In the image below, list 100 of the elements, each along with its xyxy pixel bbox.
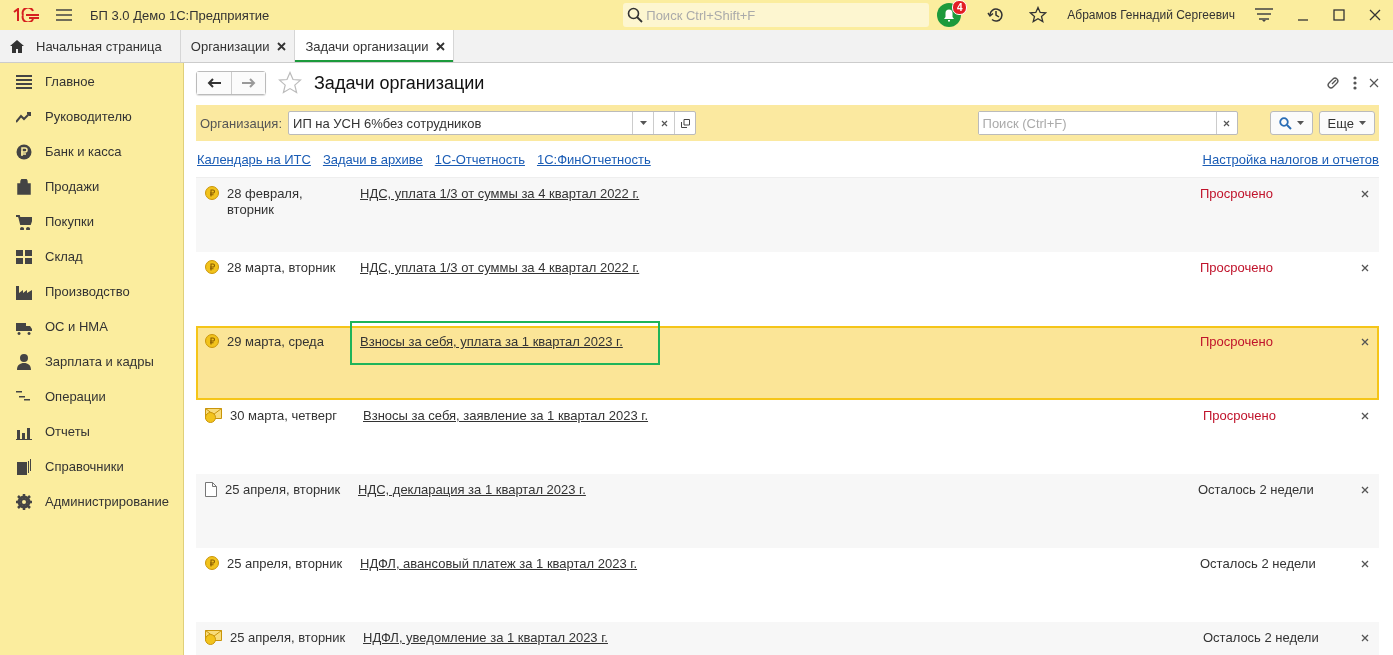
tab[interactable]: Начальная страница [0, 30, 181, 62]
clear-icon[interactable] [1223, 119, 1231, 127]
task-row[interactable]: 28 марта, вторник НДС, уплата 1/3 от суммы за 4 квартал 2022 г. Просрочено [196, 252, 1379, 326]
task-status: Просрочено [1203, 408, 1277, 423]
task-status: Просрочено [1200, 334, 1274, 349]
task-status: Просрочено [1200, 260, 1274, 275]
link[interactable]: 1С-Отчетность [434, 151, 525, 167]
more-options-icon[interactable] [1353, 76, 1357, 90]
gear-icon [16, 493, 32, 510]
task-date: 28 февраля, вторник [227, 186, 304, 218]
close-icon[interactable] [1369, 9, 1381, 21]
caret-icon [1296, 121, 1304, 125]
menu-icon[interactable] [56, 9, 72, 21]
factory-icon [16, 283, 32, 300]
form-title: Задачи организации [314, 72, 485, 94]
task-link[interactable]: Взносы за себя, заявление за 1 квартал 2023 г. [363, 408, 649, 423]
link[interactable]: Задачи в архиве [322, 151, 423, 167]
document-icon [205, 482, 217, 497]
star-icon[interactable] [278, 71, 302, 95]
books-icon [16, 458, 32, 475]
global-search-input[interactable]: Поиск Ctrl+Shift+F [646, 7, 907, 23]
search-field[interactable]: Поиск (Ctrl+F) [977, 111, 1238, 135]
notification-count: 4 [952, 0, 968, 15]
link-icon[interactable] [1325, 75, 1341, 91]
sidebar-item[interactable]: Склад [0, 239, 183, 274]
coin-icon [205, 260, 219, 274]
task-status: Осталось 2 недели [1200, 556, 1317, 571]
close-icon[interactable] [1361, 264, 1369, 272]
close-icon[interactable] [1361, 634, 1369, 642]
global-search-field[interactable]: Поиск Ctrl+Shift+F [623, 3, 930, 27]
search-icon [1278, 116, 1292, 130]
cart-icon [16, 213, 32, 230]
task-date: 30 марта, четверг [230, 408, 338, 424]
task-row[interactable]: 25 апреля, вторник НДФЛ, уведомление за 1 квартал 2023 г. Осталось 2 недели [196, 622, 1379, 655]
close-icon[interactable] [1361, 560, 1369, 568]
user-name[interactable]: Абрамов Геннадий Сергеевич [1067, 8, 1235, 22]
coin-icon [205, 556, 219, 570]
grid-icon [16, 248, 32, 265]
star-icon[interactable] [1029, 6, 1048, 24]
close-icon[interactable] [1361, 190, 1369, 198]
task-link[interactable]: НДС, декларация за 1 квартал 2023 г. [358, 482, 586, 497]
open-icon[interactable] [680, 118, 690, 128]
history-icon[interactable] [987, 6, 1006, 24]
task-date: 28 марта, вторник [227, 260, 337, 276]
organization-field[interactable]: ИП на УСН 6%без сотрудников [288, 111, 697, 135]
task-date: 25 апреля, вторник [230, 630, 347, 646]
search-button[interactable] [1269, 111, 1313, 135]
back-arrow-icon [207, 78, 221, 88]
sidebar-item[interactable]: Банк и касса [0, 134, 183, 169]
task-row[interactable]: 25 апреля, вторник НДФЛ, авансовый платеж за 1 квартал 2023 г. Осталось 2 недели [196, 548, 1379, 622]
sidebar-item[interactable]: Отчеты [0, 414, 183, 449]
task-date: 25 апреля, вторник [227, 556, 344, 572]
forward-arrow-icon [241, 78, 256, 88]
sidebar-item[interactable]: Продажи [0, 169, 183, 204]
task-link[interactable]: НДС, уплата 1/3 от суммы за 4 квартал 2022 г. [360, 260, 640, 275]
person-icon [16, 353, 32, 370]
task-row[interactable]: 30 марта, четверг Взносы за себя, заявление за 1 квартал 2023 г. Просрочено [196, 400, 1379, 474]
sidebar-item[interactable]: ОС и НМА [0, 309, 183, 344]
close-icon[interactable] [1369, 78, 1379, 88]
search-icon [627, 7, 644, 23]
organization-label: Организация: [200, 115, 283, 131]
logo-icon [12, 8, 40, 22]
task-link[interactable]: НДС, уплата 1/3 от суммы за 4 квартал 2022 г. [360, 186, 640, 201]
sidebar-item[interactable]: Зарплата и кадры [0, 344, 183, 379]
close-icon[interactable] [1361, 486, 1369, 494]
tab[interactable]: Задачи организации [295, 30, 455, 62]
close-icon[interactable] [1361, 338, 1369, 346]
dropdown-icon[interactable] [639, 121, 647, 125]
task-row[interactable]: 28 февраля, вторник НДС, уплата 1/3 от суммы за 4 квартал 2022 г. Просрочено [196, 178, 1379, 252]
coin-icon [205, 186, 219, 200]
coin-icon [205, 334, 219, 348]
envelope-coin-icon [205, 630, 222, 645]
maximize-icon[interactable] [1333, 9, 1345, 21]
task-date: 25 апреля, вторник [225, 482, 342, 498]
sidebar-item[interactable]: Руководителю [0, 99, 183, 134]
sidebar-item[interactable]: Производство [0, 274, 183, 309]
clear-icon[interactable] [660, 119, 668, 127]
more-button[interactable]: Еще [1318, 111, 1375, 135]
sidebar-item[interactable]: Главное [0, 64, 183, 99]
task-link[interactable]: НДФЛ, авансовый платеж за 1 квартал 2023 г. [360, 556, 638, 571]
sidebar-item[interactable]: Операции [0, 379, 183, 414]
sidebar-item[interactable]: Покупки [0, 204, 183, 239]
link[interactable]: 1С:ФинОтчетность [536, 151, 651, 167]
back-button[interactable] [197, 72, 231, 94]
close-icon[interactable] [436, 41, 446, 51]
filter-menu-icon[interactable] [1255, 7, 1273, 23]
task-link[interactable]: НДФЛ, уведомление за 1 квартал 2023 г. [363, 630, 608, 645]
link[interactable]: Календарь на ИТС [197, 151, 311, 167]
settings-link[interactable]: Настройка налогов и отчетов [1202, 151, 1379, 167]
task-link[interactable]: Взносы за себя, уплата за 1 квартал 2023 г. [360, 334, 623, 349]
envelope-coin-icon [205, 408, 222, 423]
sidebar-item[interactable]: Справочники [0, 449, 183, 484]
bag-icon [16, 178, 32, 195]
task-date: 29 марта, среда [227, 334, 325, 350]
close-icon[interactable] [1361, 412, 1369, 420]
task-status: Просрочено [1200, 186, 1274, 201]
sidebar-item[interactable]: Администрирование [0, 484, 183, 519]
task-row[interactable]: 25 апреля, вторник НДС, декларация за 1 квартал 2023 г. Осталось 2 недели [196, 474, 1379, 548]
close-icon[interactable] [277, 41, 287, 51]
caret-icon [1359, 121, 1366, 125]
